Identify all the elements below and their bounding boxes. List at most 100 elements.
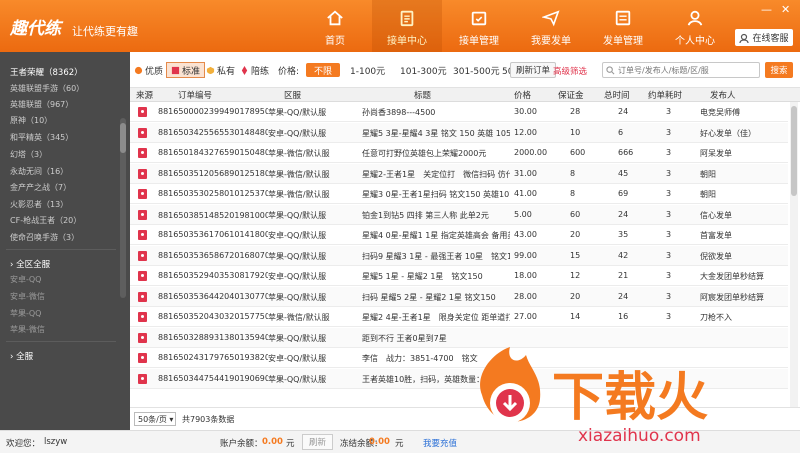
search-button[interactable]: 搜索	[765, 62, 793, 78]
app-window: 趣代练 让代练更有趣 首页 接单中心 接单管理 我要发单 发单管理 个人中心 —…	[0, 0, 800, 453]
table-row[interactable]: 8816503512056890125180001苹果-微信/默认服 星耀2-王者…	[130, 163, 788, 184]
balance-unit: 元	[286, 439, 295, 449]
source-flag-icon	[138, 353, 147, 363]
sidebar-item-wzry[interactable]: 王者荣耀（8362）	[10, 66, 83, 78]
order-id-cell: 8816503529403530817920001	[158, 271, 268, 280]
deposit-cell: 12	[570, 271, 581, 280]
publisher-cell: 朝阳	[700, 190, 716, 199]
advanced-filter-link[interactable]: 高级筛选	[553, 65, 587, 77]
title-cell: 铂金1到钻5 四排 第三人称 此单2元	[362, 210, 489, 220]
sidebar-item-ys[interactable]: 原神（10）	[10, 115, 52, 126]
nav-publish-manage[interactable]: 发单管理	[588, 0, 658, 52]
hours-cell: 3	[666, 148, 672, 157]
region-item[interactable]: 苹果-QQ	[10, 308, 41, 319]
table-row[interactable]: 8816503520430320157750001苹果-微信/默认服 星耀2 4星…	[130, 307, 788, 327]
type-standard[interactable]: 标准	[166, 62, 206, 78]
col-source: 来源	[136, 91, 154, 101]
title-cell: 孙尚香3898---4500	[362, 108, 436, 117]
type-accompany[interactable]: 陪练	[240, 62, 269, 78]
sidebar-item-hyrz[interactable]: 火影忍者（13）	[10, 199, 68, 210]
server-all-title[interactable]: › 全服	[10, 350, 33, 362]
publisher-cell: 好心发单（佳）	[700, 128, 756, 138]
table-row[interactable]: 8816503425565530148480001安卓-QQ/默认服 星耀5 3星…	[130, 122, 788, 143]
server-cell: 苹果-微信/默认服	[268, 149, 330, 158]
sidebar-item-jcc[interactable]: 金产产之战（7）	[10, 182, 71, 193]
order-id-cell: 8816503520430320157750001	[158, 312, 268, 321]
top-header: 趣代练 让代练更有趣 首页 接单中心 接单管理 我要发单 发单管理 个人中心 —…	[0, 0, 800, 52]
table-row[interactable]: 8816503529403530817920001安卓-QQ/默认服 星耀5 1星…	[130, 266, 788, 286]
publisher-cell: 首富发单	[700, 231, 732, 240]
server-cell: 安卓-QQ/默认服	[268, 272, 327, 281]
order-id-cell: 8816503512056890125180001	[158, 168, 268, 178]
sidebar-item-cf[interactable]: CF-枪战王者（20）	[10, 215, 81, 226]
price-101-300[interactable]: 101-300元	[400, 62, 447, 78]
sidebar-scrollbar[interactable]	[120, 118, 126, 298]
region-all-title[interactable]: › 全区全服	[10, 258, 50, 270]
price-301-500[interactable]: 301-500元	[453, 62, 500, 78]
table-row[interactable]: 8816501843276590150480001苹果-微信/默认服 任意可打野位…	[130, 143, 788, 163]
source-flag-icon	[138, 271, 147, 281]
frozen-value: 0.00	[369, 437, 390, 447]
publisher-cell: 电竞吴师傅	[700, 108, 740, 117]
deposit-cell: 28	[570, 107, 581, 116]
price-cell: 99.00	[514, 250, 537, 260]
sidebar-item-yjwj[interactable]: 永劫无间（16）	[10, 166, 68, 177]
price-cell: 28.00	[514, 291, 537, 301]
total-time-cell: 35	[618, 230, 629, 239]
nav-order-center[interactable]: 接单中心	[372, 0, 442, 52]
source-flag-icon	[138, 189, 147, 199]
online-support-button[interactable]: 在线客服	[735, 29, 793, 46]
price-unlimited[interactable]: 不限	[306, 63, 341, 77]
standard-icon	[171, 66, 180, 74]
region-item[interactable]: 苹果-微信	[10, 324, 45, 335]
server-cell: 安卓-QQ/默认服	[268, 354, 327, 363]
sidebar-item-hpjy[interactable]: 和平精英（345）	[10, 132, 73, 143]
table-row[interactable]: 8816500002399490178950001苹果-QQ/默认服 孙尚香389…	[130, 102, 788, 122]
deposit-cell: 20	[570, 291, 581, 301]
region-item[interactable]: 安卓-微信	[10, 291, 45, 302]
table-row[interactable]: 8816503536170610141800001安卓-QQ/默认服 星耀4 0星…	[130, 225, 788, 245]
search-icon	[606, 65, 615, 74]
sidebar-item-lolm[interactable]: 英雄联盟手游（60）	[10, 83, 84, 94]
publisher-cell: 大金发团单秒结算	[700, 272, 764, 281]
private-icon	[206, 66, 215, 74]
price-1-100[interactable]: 1-100元	[350, 62, 385, 78]
table-row[interactable]: 8816503530258010125370001苹果-微信/默认服 星耀3 0星…	[130, 184, 788, 204]
sidebar-item-lol[interactable]: 英雄联盟（967）	[10, 99, 73, 110]
hours-cell: 3	[666, 107, 672, 116]
price-cell: 31.00	[514, 168, 537, 178]
nav-home[interactable]: 首页	[300, 0, 370, 52]
recharge-link[interactable]: 我要充值	[423, 437, 457, 449]
type-private[interactable]: 私有	[206, 62, 235, 78]
table-header: 来源 订单编号 区服 标题 价格 保证金 总时间 约单耗时 发布人	[130, 88, 800, 102]
hours-cell: 3	[666, 127, 672, 137]
nav-publish-order[interactable]: 我要发单	[516, 0, 586, 52]
nav-order-manage[interactable]: 接单管理	[444, 0, 514, 52]
refresh-balance-button[interactable]: 刷新	[302, 434, 334, 450]
watermark-logo: 下载火 xiazaihuo.com	[480, 347, 708, 446]
sidebar-item-smzh[interactable]: 使命召唤手游（3）	[10, 232, 79, 243]
price-cell: 43.00	[514, 230, 537, 239]
table-row[interactable]: 8816503536442040130770001苹果-QQ/默认服 扫码 星耀5…	[130, 286, 788, 307]
price-cell: 41.00	[514, 189, 537, 198]
price-cell: 18.00	[514, 271, 537, 280]
refresh-orders-button[interactable]: 刷新订单	[510, 62, 557, 78]
table-row[interactable]: 8816503536586720168070001苹果-QQ/默认服 扫码9 星耀…	[130, 245, 788, 266]
quality-icon	[134, 66, 143, 74]
server-cell: 苹果-QQ/默认服	[268, 374, 327, 384]
region-item[interactable]: 安卓-QQ	[10, 274, 41, 285]
nav-personal-center[interactable]: 个人中心	[660, 0, 730, 52]
app-logo: 趣代练	[10, 19, 61, 39]
search-input[interactable]	[618, 65, 758, 75]
table-row[interactable]: 8816503851485201981000１ 苹果-QQ/默认服 铂金1到钻5 四…	[130, 204, 788, 225]
server-cell: 安卓-QQ/默认服	[268, 231, 327, 240]
balance-value: 0.00	[262, 437, 283, 447]
minimize-button[interactable]: —	[761, 4, 772, 15]
type-standard-label: 标准	[182, 66, 201, 77]
type-quality[interactable]: 优质	[134, 62, 163, 78]
sidebar-item-ht[interactable]: 幻塔（3）	[10, 149, 47, 160]
close-button[interactable]: ✕	[781, 4, 790, 15]
server-cell: 苹果-QQ/默认服	[268, 292, 327, 302]
page-size-select[interactable]: 50条/页 ▾	[134, 412, 176, 426]
source-flag-icon	[138, 230, 147, 240]
